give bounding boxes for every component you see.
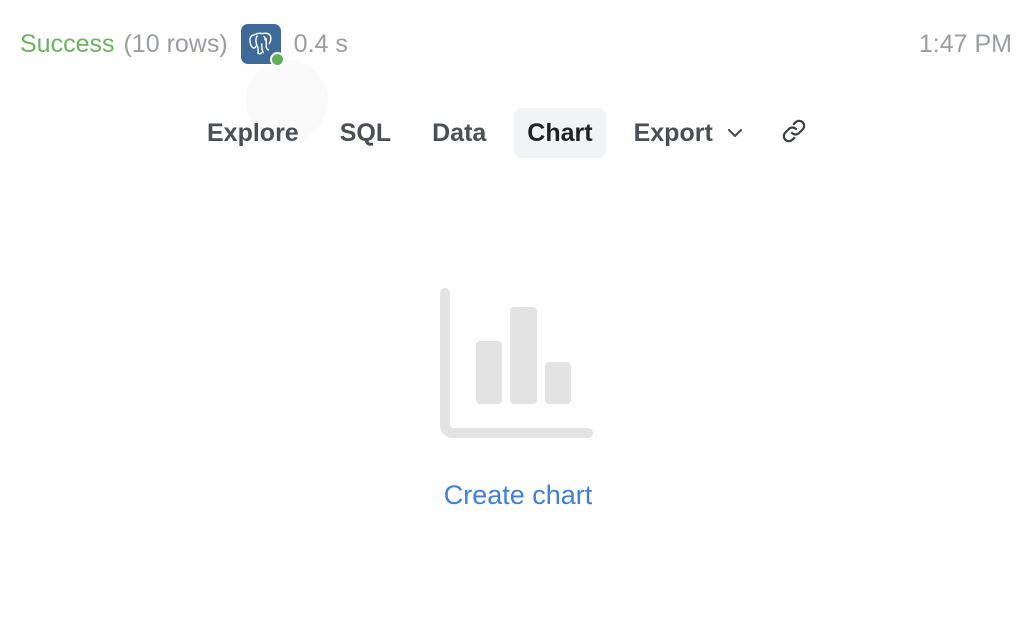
status-duration: 0.4 s — [293, 29, 348, 58]
tab-explore-label: Explore — [207, 118, 299, 147]
postgres-elephant-icon[interactable] — [240, 24, 285, 67]
tab-export[interactable]: Export — [621, 108, 756, 158]
copy-link-button[interactable] — [771, 108, 817, 158]
tab-chart[interactable]: Chart — [514, 108, 606, 158]
create-chart-link[interactable]: Create chart — [0, 480, 1036, 511]
status-row-count: (10 rows) — [123, 29, 228, 58]
status-result: Success — [20, 29, 115, 58]
link-icon — [780, 117, 808, 150]
tab-export-label: Export — [633, 118, 713, 147]
bar-chart-icon — [438, 288, 596, 445]
chevron-down-icon — [727, 128, 743, 138]
tab-data[interactable]: Data — [419, 108, 499, 158]
tab-chart-label: Chart — [527, 118, 593, 147]
tab-sql[interactable]: SQL — [327, 108, 404, 158]
tab-sql-label: SQL — [339, 118, 392, 147]
create-chart-label: Create chart — [443, 480, 593, 510]
tab-data-label: Data — [432, 118, 487, 147]
query-status-bar: Success (10 rows) 0.4 s — [20, 22, 348, 67]
result-tabs: Explore SQL Data Chart Export — [194, 108, 817, 158]
connection-status-dot — [269, 52, 285, 67]
status-time: 1:47 PM — [918, 29, 1012, 58]
tab-explore[interactable]: Explore — [194, 108, 312, 158]
